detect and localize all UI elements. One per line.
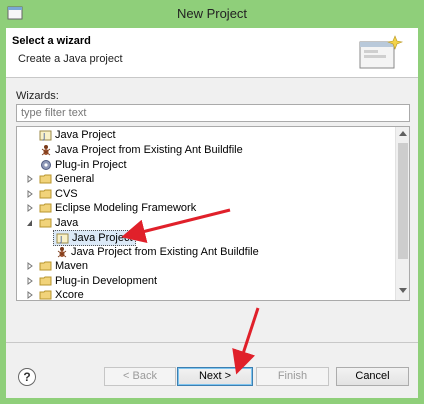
help-button[interactable]: ? xyxy=(18,368,36,386)
back-button[interactable]: < Back xyxy=(104,367,176,386)
folder-icon xyxy=(39,174,52,184)
folder-icon xyxy=(39,189,52,199)
folder-icon xyxy=(39,261,52,271)
tree-item-eclipse-modeling-framework[interactable]: Eclipse Modeling Framework xyxy=(17,201,395,215)
tree-item-label: Java Project from Existing Ant Buildfile xyxy=(71,246,259,258)
tree-item-label: Plug-in Project xyxy=(55,159,127,171)
tree-item-label: Xcore xyxy=(55,289,84,301)
header-title: Select a wizard xyxy=(12,35,91,47)
dialog-content: Select a wizard Create a Java project Wi… xyxy=(6,28,418,398)
tree-item-label: Plug-in Development xyxy=(55,275,158,287)
tree-item-label: Java xyxy=(55,217,79,229)
tree-item-plugin-development[interactable]: Plug-in Development xyxy=(17,274,395,288)
folder-icon xyxy=(39,218,52,228)
tree-item-java-project-from-ant-2[interactable]: Java Project from Existing Ant Buildfile xyxy=(17,245,395,259)
tree-item-label: General xyxy=(55,173,95,185)
collapse-icon[interactable] xyxy=(26,219,34,227)
tree-vertical-scrollbar[interactable] xyxy=(395,127,409,300)
tree-item-xcore[interactable]: Xcore xyxy=(17,288,395,301)
tree-item-label: Java Project from Existing Ant Buildfile xyxy=(55,144,243,156)
java-project-icon: J xyxy=(56,233,69,244)
title-bar[interactable]: New Project xyxy=(0,0,424,28)
tree-item-general[interactable]: General xyxy=(17,172,395,186)
java-project-icon: J xyxy=(39,130,52,141)
tree-item-selected-label: J Java Project xyxy=(53,230,136,246)
expand-icon[interactable] xyxy=(26,204,34,212)
tree-item-label: Java Project xyxy=(72,232,133,244)
expand-icon[interactable] xyxy=(26,277,34,285)
ant-icon xyxy=(57,247,67,258)
tree-item-plugin-project[interactable]: Plug-in Project xyxy=(17,158,395,172)
cancel-button[interactable]: Cancel xyxy=(336,367,409,386)
ant-icon xyxy=(41,145,51,156)
button-bar-separator xyxy=(6,342,418,343)
folder-icon xyxy=(39,203,52,213)
expand-icon[interactable] xyxy=(26,190,34,198)
wizards-label: Wizards: xyxy=(16,90,59,102)
plugin-icon xyxy=(41,160,51,170)
folder-icon xyxy=(39,290,52,300)
expand-icon[interactable] xyxy=(26,291,34,299)
tree-item-label: Java Project xyxy=(55,129,116,141)
expand-icon[interactable] xyxy=(26,175,34,183)
next-button[interactable]: Next > xyxy=(177,367,253,386)
tree-item-label: Maven xyxy=(55,260,89,272)
expand-icon[interactable] xyxy=(26,262,34,270)
scroll-up-icon[interactable] xyxy=(399,130,407,136)
tree-item-label: Eclipse Modeling Framework xyxy=(55,202,197,214)
tree-item-java[interactable]: Java xyxy=(17,216,395,230)
scroll-down-icon[interactable] xyxy=(399,288,407,294)
finish-button[interactable]: Finish xyxy=(256,367,329,386)
tree-item-label: CVS xyxy=(55,188,78,200)
tree-item-java-project-from-ant[interactable]: Java Project from Existing Ant Buildfile xyxy=(17,143,395,157)
tree-item-maven[interactable]: Maven xyxy=(17,259,395,273)
new-wizard-banner-icon xyxy=(359,35,404,69)
tree-item-java-project-selected[interactable]: J Java Project xyxy=(53,230,143,246)
wizard-header: Select a wizard Create a Java project xyxy=(6,28,418,78)
svg-text:J: J xyxy=(59,235,62,244)
tree-item-cvs[interactable]: CVS xyxy=(17,187,395,201)
wizard-tree[interactable]: J Java Project Java Project from Existin… xyxy=(16,126,410,301)
header-subtitle: Create a Java project xyxy=(18,53,123,65)
svg-text:J: J xyxy=(42,132,45,141)
scrollbar-thumb[interactable] xyxy=(398,143,408,259)
folder-icon xyxy=(39,276,52,286)
tree-item-java-project[interactable]: J Java Project xyxy=(17,128,395,142)
filter-input[interactable] xyxy=(16,104,410,122)
dialog-window: New Project Select a wizard Create a Jav… xyxy=(0,0,424,404)
window-title: New Project xyxy=(176,6,248,21)
